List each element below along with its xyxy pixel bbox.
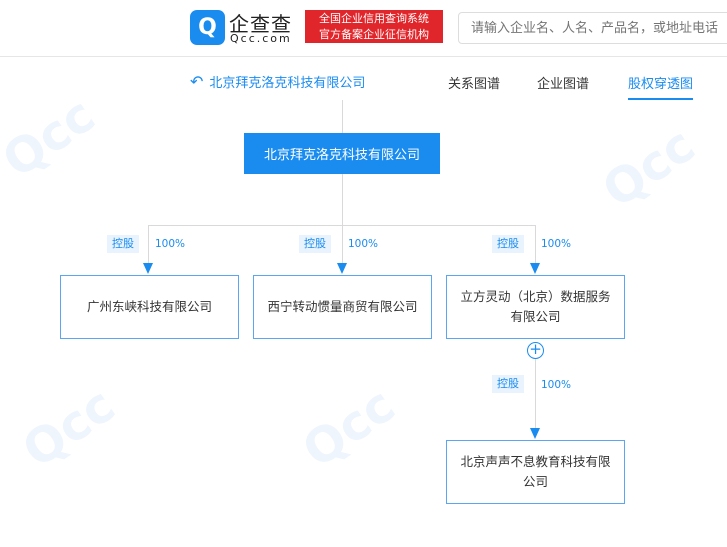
watermark: Qcc xyxy=(292,377,405,479)
connector xyxy=(148,225,149,265)
header: Q 企查查 Qcc.com 全国企业信用查询系统 官方备案企业征信机构 xyxy=(0,0,727,57)
arrow-down-icon xyxy=(530,263,540,274)
company-node[interactable]: 广州东峡科技有限公司 xyxy=(60,275,239,339)
expand-plus-icon[interactable]: + xyxy=(527,342,544,359)
logo-domain: Qcc.com xyxy=(230,32,292,45)
search-input[interactable] xyxy=(458,12,727,44)
arrow-down-icon xyxy=(143,263,153,274)
share-percent: 100% xyxy=(541,238,572,250)
connector xyxy=(535,225,536,265)
company-node[interactable]: 北京声声不息教育科技有限公司 xyxy=(446,440,625,504)
arrow-down-icon xyxy=(530,428,540,439)
back-arrow-icon: ↶ xyxy=(190,72,204,91)
tab-enterprise-graph[interactable]: 企业图谱 xyxy=(537,73,589,92)
back-link[interactable]: ↶ 北京拜克洛克科技有限公司 xyxy=(190,72,365,91)
watermark: Qcc xyxy=(12,377,125,479)
company-node[interactable]: 立方灵动（北京）数据服务有限公司 xyxy=(446,275,625,339)
share-percent: 100% xyxy=(348,238,379,250)
watermark: Qcc xyxy=(0,87,105,189)
company-name-link[interactable]: 北京拜克洛克科技有限公司 xyxy=(209,72,365,91)
relation-tag: 控股 xyxy=(107,235,139,253)
company-node[interactable]: 西宁转动惯量商贸有限公司 xyxy=(253,275,432,339)
connector xyxy=(342,174,343,264)
badge-line: 官方备案企业征信机构 xyxy=(319,28,429,41)
relation-tag: 控股 xyxy=(492,375,524,393)
share-percent: 100% xyxy=(541,379,572,391)
official-badge: 全国企业信用查询系统 官方备案企业征信机构 xyxy=(305,10,443,43)
arrow-down-icon xyxy=(337,263,347,274)
connector xyxy=(148,225,536,226)
qcc-logo-icon[interactable]: Q xyxy=(190,10,225,45)
relation-tag: 控股 xyxy=(492,235,524,253)
connector xyxy=(342,100,343,133)
badge-line: 全国企业信用查询系统 xyxy=(319,12,429,25)
watermark: Qcc xyxy=(592,117,705,219)
connector xyxy=(535,359,536,429)
root-company-node[interactable]: 北京拜克洛克科技有限公司 xyxy=(244,133,440,174)
tab-relation-graph[interactable]: 关系图谱 xyxy=(448,73,500,92)
share-percent: 100% xyxy=(155,238,186,250)
tab-equity-penetration[interactable]: 股权穿透图 xyxy=(628,73,694,100)
relation-tag: 控股 xyxy=(299,235,331,253)
